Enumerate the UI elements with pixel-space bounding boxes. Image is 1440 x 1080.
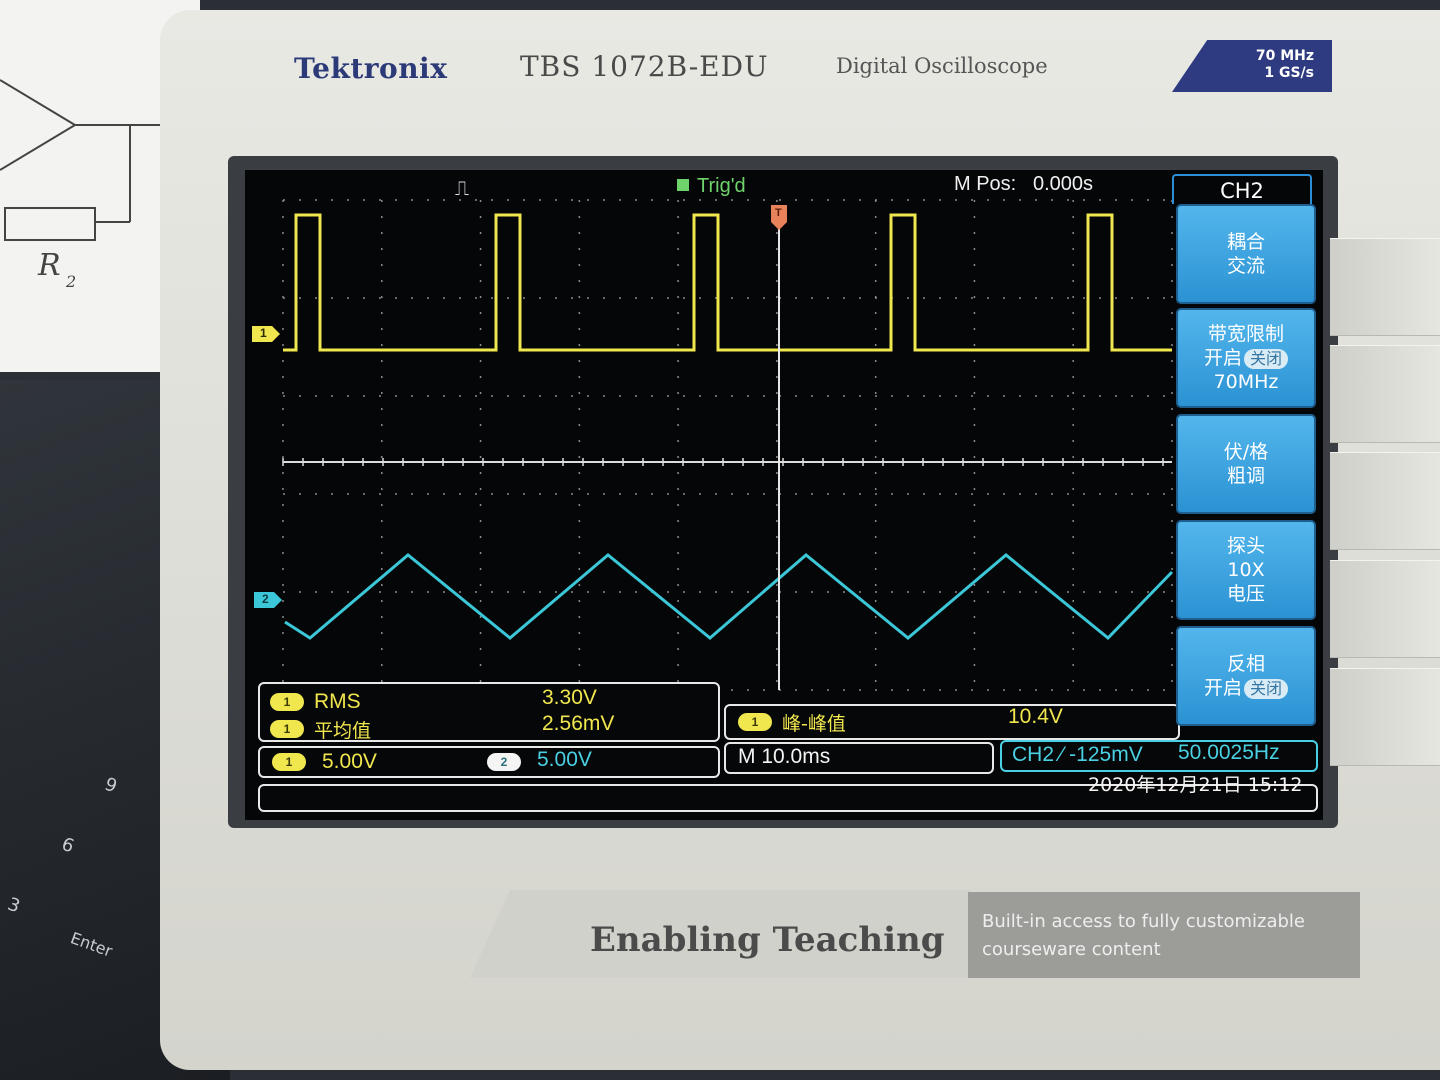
ch2-marker-label: 2 xyxy=(262,592,269,606)
menu-volts-div-button[interactable]: 伏/格 粗调 xyxy=(1176,414,1316,514)
coupling-value: 交流 xyxy=(1226,255,1265,277)
bandwidth-value: 70MHz xyxy=(1213,371,1279,393)
mean-channel-badge: 1 xyxy=(270,720,304,738)
bandwidth-off-pill: 关闭 xyxy=(1244,349,1289,369)
pkpk-channel-badge: 1 xyxy=(738,713,772,731)
invert-label: 反相 xyxy=(1226,653,1265,675)
bandwidth-limit-toggle: 开启 关闭 xyxy=(1203,346,1289,370)
rms-label: RMS xyxy=(314,690,361,713)
menu-title-ch2: CH2 xyxy=(1172,174,1312,204)
coupling-label: 耦合 xyxy=(1226,231,1265,253)
ch2-scale-badge: 2 xyxy=(487,753,521,771)
rms-value: 3.30V xyxy=(542,686,597,709)
trigger-frequency: 50.0025Hz xyxy=(1178,741,1280,764)
ch2-triangle-wave xyxy=(284,553,1174,641)
ch1-scale: 5.00V xyxy=(322,750,377,773)
mean-label: 平均值 xyxy=(314,720,372,742)
invert-toggle: 开启 关闭 xyxy=(1203,676,1289,700)
probe-attenuation: 10X xyxy=(1227,559,1265,581)
main-position-value: 0.000s xyxy=(1033,173,1094,195)
pkpk-label: 峰-峰值 xyxy=(782,713,846,735)
ch1-marker-label: 1 xyxy=(260,326,267,340)
ch1-scale-badge: 1 xyxy=(272,753,306,771)
side-button-1[interactable] xyxy=(1330,238,1440,336)
probe-type: 电压 xyxy=(1226,583,1265,605)
menu-invert-button[interactable]: 反相 开启 关闭 xyxy=(1176,626,1316,726)
trigger-type-icon: ⎍ xyxy=(455,178,469,200)
volts-div-value: 粗调 xyxy=(1226,465,1265,487)
trigger-marker-label: T xyxy=(775,207,782,219)
graticule xyxy=(282,199,1173,691)
datetime: 2020年12月21日 15:12 xyxy=(1088,774,1303,796)
invert-on-label: 开启 xyxy=(1203,677,1242,699)
ch2-scale: 5.00V xyxy=(537,748,592,771)
main-position-label: M Pos: xyxy=(954,173,1017,195)
menu-probe-button[interactable]: 探头 10X 电压 xyxy=(1176,520,1316,620)
ch1-square-wave xyxy=(283,213,1172,352)
slogan-text: Enabling Teaching xyxy=(590,920,945,960)
menu-coupling-button[interactable]: 耦合 交流 xyxy=(1176,204,1316,304)
probe-label: 探头 xyxy=(1226,535,1265,557)
info-line-2: courseware content xyxy=(982,939,1161,960)
rms-channel-badge: 1 xyxy=(270,693,304,711)
bandwidth-on-label: 开启 xyxy=(1203,347,1242,369)
info-text: Built-in access to fully customizable co… xyxy=(982,908,1352,964)
volts-div-label: 伏/格 xyxy=(1223,441,1269,463)
menu-bandwidth-limit-button[interactable]: 带宽限制 开启 关闭 70MHz xyxy=(1176,308,1316,408)
pkpk-value: 10.4V xyxy=(1008,705,1063,728)
mean-value: 2.56mV xyxy=(542,712,615,735)
side-button-4[interactable] xyxy=(1330,560,1440,658)
timebase-value: M 10.0ms xyxy=(738,745,831,768)
trigger-status: Trig'd xyxy=(697,175,746,197)
info-line-1: Built-in access to fully customizable xyxy=(982,911,1305,932)
side-button-5[interactable] xyxy=(1330,668,1440,766)
trigger-status-indicator xyxy=(677,179,689,191)
trigger-level: CH2 ⁄ -125mV xyxy=(1012,743,1143,766)
invert-off-pill: 关闭 xyxy=(1244,679,1289,699)
side-button-2[interactable] xyxy=(1330,345,1440,443)
bandwidth-limit-label: 带宽限制 xyxy=(1207,323,1284,345)
side-button-3[interactable] xyxy=(1330,452,1440,550)
